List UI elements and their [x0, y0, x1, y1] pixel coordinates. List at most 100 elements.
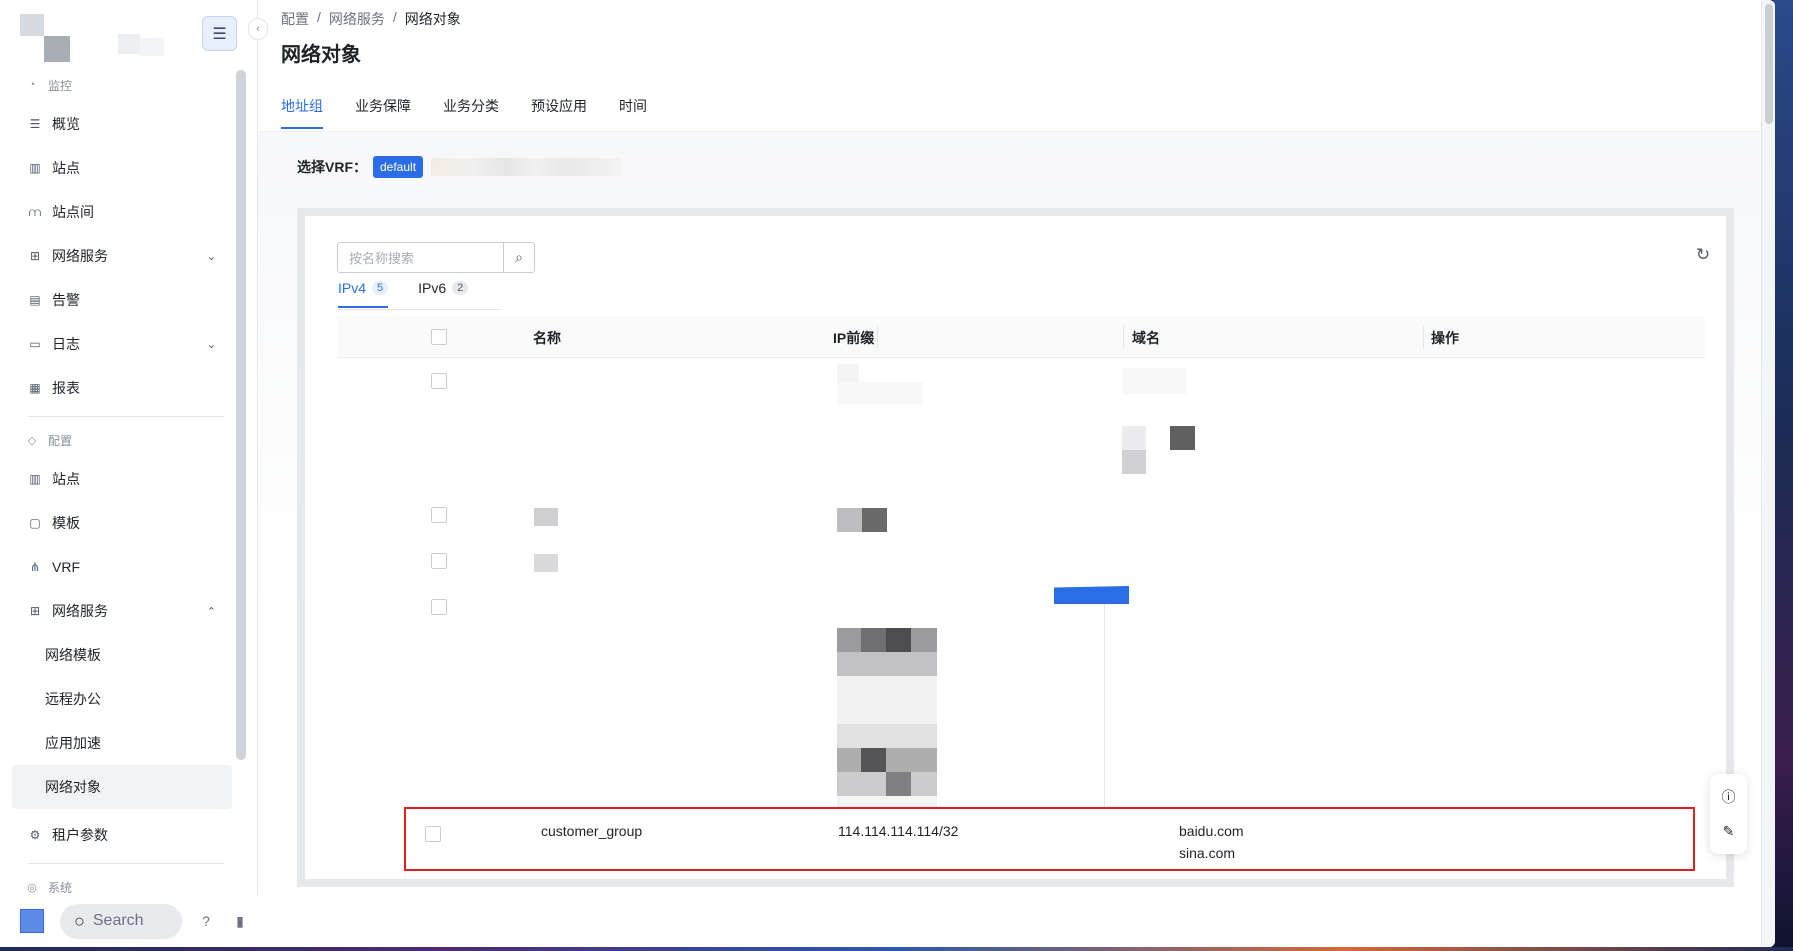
- system-icon: ◎: [27, 881, 37, 894]
- tenant-icon: ⚙: [29, 828, 41, 842]
- panel-frame: 按名称搜索 ⌕ ↻ IPv4 5 IPv6 2 名称 ▲ ▼ IP前缀 域名 操…: [297, 208, 1734, 887]
- column-header-actions: 操作: [1431, 330, 1459, 346]
- row-checkbox[interactable]: [431, 599, 447, 615]
- sidebar-subitem-network-objects[interactable]: 网络对象: [12, 765, 232, 809]
- select-all-checkbox[interactable]: [431, 329, 447, 345]
- search-placeholder: 按名称搜索: [349, 251, 415, 266]
- sidebar-subitem-remote-office[interactable]: 远程办公: [12, 677, 232, 721]
- search-input[interactable]: 按名称搜索: [337, 242, 504, 273]
- sidebar-collapse-button[interactable]: ‹: [248, 18, 268, 40]
- cell-ip-prefix: 114.114.114.114/32: [838, 823, 959, 839]
- redacted-cell: [886, 628, 911, 652]
- tab-label: IPv6: [418, 280, 447, 296]
- ip-version-tabs: IPv4 5 IPv6 2: [338, 280, 469, 308]
- cell-domain: sina.com: [1179, 845, 1236, 861]
- divider: [28, 863, 224, 864]
- sidebar-item-label: 网络服务: [52, 603, 108, 619]
- chevron-down-icon: ⌄: [206, 250, 216, 263]
- tab-service-category[interactable]: 业务分类: [443, 96, 499, 128]
- sidebar-item-reports[interactable]: ▦ 报表: [12, 366, 232, 410]
- sidebar-item-config-sites[interactable]: ▥ 站点: [12, 457, 232, 501]
- vrf-default-button[interactable]: default: [373, 156, 424, 178]
- chevron-up-icon: ⌃: [206, 605, 216, 618]
- network-icon: ⊞: [29, 249, 41, 263]
- section-title: 监控: [48, 78, 73, 93]
- column-header-ip-prefix: IP前缀: [833, 330, 875, 346]
- sidebar-subitem-app-acceleration[interactable]: 应用加速: [12, 721, 232, 765]
- row-checkbox[interactable]: [431, 553, 447, 569]
- menu-toggle-button[interactable]: ☰: [202, 16, 237, 51]
- sidebar-scrollbar[interactable]: [236, 70, 246, 760]
- tab-service-assurance[interactable]: 业务保障: [355, 96, 411, 128]
- hamburger-icon: ☰: [212, 25, 227, 43]
- sidebar-subitem-network-template[interactable]: 网络模板: [12, 633, 232, 677]
- sidebar-subitem-label: 应用加速: [45, 735, 101, 751]
- help-icon[interactable]: ?: [196, 913, 216, 929]
- sidebar-item-label: 站点: [52, 160, 80, 176]
- column-header-name: 名称: [533, 330, 561, 346]
- sidebar-item-sites[interactable]: ▥ 站点: [12, 146, 232, 190]
- tab-ipv6[interactable]: IPv6 2: [418, 280, 469, 307]
- breadcrumb-item[interactable]: 配置: [281, 9, 309, 29]
- sidebar-item-network-service-monitor[interactable]: ⊞ 网络服务 ⌄: [12, 234, 232, 278]
- tab-preset-apps[interactable]: 预设应用: [531, 96, 587, 128]
- window-scrollbar[interactable]: [1761, 0, 1775, 947]
- sidebar-subitem-label: 网络对象: [45, 779, 101, 795]
- search-icon: ○: [74, 910, 85, 931]
- search-submit-button[interactable]: ⌕: [503, 242, 535, 273]
- sidebar-item-label: VRF: [52, 559, 80, 575]
- count-badge: 5: [372, 281, 389, 295]
- sidebar-item-network-service-config[interactable]: ⊞ 网络服务 ⌃: [12, 589, 232, 633]
- sidebar-item-logs[interactable]: ▭ 日志 ⌄: [12, 322, 232, 366]
- row-checkbox[interactable]: [425, 826, 441, 842]
- redacted-cell: [861, 748, 886, 772]
- count-badge: 2: [452, 281, 469, 295]
- sidebar-subitem-label: 网络模板: [45, 647, 101, 663]
- sidebar-item-vrf[interactable]: ⋔ VRF: [12, 545, 232, 589]
- address-group-panel: 按名称搜索 ⌕ ↻ IPv4 5 IPv6 2 名称 ▲ ▼ IP前缀 域名 操…: [305, 216, 1726, 879]
- row-checkbox[interactable]: [431, 373, 447, 389]
- tab-time[interactable]: 时间: [619, 96, 647, 128]
- tab-address-group[interactable]: 地址组: [281, 96, 323, 129]
- column-divider: [877, 326, 878, 348]
- redacted-cell: [886, 772, 911, 796]
- tab-ipv4[interactable]: IPv4 5: [338, 280, 389, 308]
- table-row-customer-group[interactable]: customer_group 114.114.114.114/32 baidu.…: [404, 807, 1695, 871]
- redacted-cell: [862, 508, 887, 532]
- redacted-cell: [837, 364, 859, 382]
- tab-label: IPv4: [338, 280, 367, 296]
- section-monitor: ◔ 监控: [12, 68, 232, 102]
- sidebar-item-overview[interactable]: ☰ 概览: [12, 102, 232, 146]
- breadcrumb: 配置 / 网络服务 / 网络对象: [281, 9, 461, 29]
- app-square-icon[interactable]: [20, 909, 44, 933]
- search-label: Search: [92, 912, 144, 929]
- column-header-domain: 域名: [1132, 330, 1160, 346]
- section-config: ◇ 配置: [12, 423, 232, 457]
- stats-icon[interactable]: ▮: [230, 913, 250, 930]
- help-icon[interactable]: ⓘ: [1718, 786, 1740, 808]
- search-button[interactable]: ○ Search: [60, 903, 182, 939]
- sidebar-item-templates[interactable]: ▢ 模板: [12, 501, 232, 545]
- cell-name: customer_group: [541, 823, 643, 839]
- row-checkbox[interactable]: [431, 507, 447, 523]
- table-header: 名称 ▲ ▼ IP前缀 域名 操作: [337, 316, 1705, 358]
- redacted-cell: [534, 508, 558, 526]
- sidebar-item-label: 告警: [52, 292, 80, 308]
- vrf-label: 选择VRF：: [297, 159, 367, 175]
- refresh-icon[interactable]: ↻: [1692, 244, 1714, 266]
- redacted-blue-mark: [1054, 586, 1129, 604]
- building-icon: ▥: [29, 472, 41, 486]
- chevron-down-icon: ⌄: [206, 338, 216, 351]
- network-icon: ⊞: [29, 604, 41, 618]
- section-title: 配置: [48, 433, 73, 448]
- sidebar-item-label: 日志: [52, 336, 80, 352]
- breadcrumb-item[interactable]: 网络服务: [329, 9, 385, 29]
- dashboard-icon: ◔: [28, 79, 36, 91]
- sidebar-item-label: 站点间: [52, 204, 94, 220]
- redacted-cell: [1122, 368, 1186, 394]
- sidebar-item-tenant-params[interactable]: ⚙ 租户参数: [12, 813, 232, 857]
- edit-icon[interactable]: ✎: [1718, 820, 1740, 842]
- bridge-icon: ⩋: [28, 204, 42, 219]
- sidebar-item-inter-site[interactable]: ⩋ 站点间: [12, 190, 232, 234]
- sidebar-item-alerts[interactable]: ▤ 告警: [12, 278, 232, 322]
